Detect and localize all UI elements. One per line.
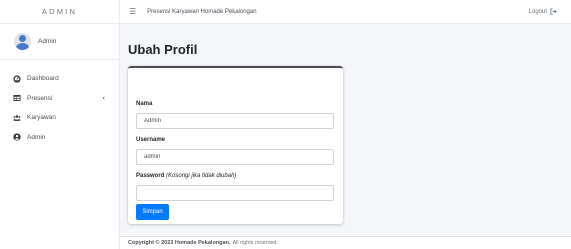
save-button[interactable]: Simpan <box>136 204 169 220</box>
sidebar-item-presensi[interactable]: Presensi ‹ <box>0 89 119 109</box>
password-label: Password <box>136 173 165 179</box>
brand-logo[interactable]: ADMIN <box>0 0 119 24</box>
password-label-group: Password (Kosongi jika tidak diubah) <box>136 173 236 179</box>
sidebar-item-label: Presensi <box>27 94 53 102</box>
user-circle-icon <box>13 133 21 141</box>
password-input[interactable] <box>136 185 334 201</box>
username-input[interactable] <box>136 149 334 165</box>
top-navbar: ☰ Presensi Karyawan Homade Pekalongan Lo… <box>120 0 571 24</box>
password-hint: (Kosongi jika tidak diubah) <box>166 173 237 179</box>
sidebar-item-label: Admin <box>27 133 46 141</box>
profile-form-card: Nama Username Password (Kosongi jika tid… <box>128 66 343 224</box>
sidebar-nav: Dashboard Presensi ‹ Karyawan Admin <box>0 60 119 147</box>
sign-out-icon <box>550 8 557 15</box>
page-title: Ubah Profil <box>128 42 198 57</box>
username-label: Username <box>136 137 166 143</box>
chevron-left-icon[interactable]: ‹ <box>103 95 105 102</box>
sidebar-item-karyawan[interactable]: Karyawan <box>0 108 119 128</box>
footer: Copyright © 2023 Homade Pekalongan. All … <box>120 236 571 249</box>
sidebar-item-admin[interactable]: Admin <box>0 128 119 148</box>
nama-label: Nama <box>136 101 153 107</box>
user-panel[interactable]: Admin <box>0 24 119 60</box>
sidebar: ADMIN Admin Dashboard Presensi ‹ Karyawa… <box>0 0 120 249</box>
logout-link[interactable]: Logout <box>529 8 557 15</box>
user-name: Admin <box>38 38 57 45</box>
table-icon <box>13 95 21 102</box>
nama-input[interactable] <box>136 113 334 129</box>
footer-copyright: Copyright © 2023 Homade Pekalongan. <box>128 240 231 246</box>
dashboard-icon <box>13 75 21 83</box>
avatar <box>14 33 31 50</box>
users-icon <box>13 114 21 121</box>
main-content: Ubah Profil Nama Username Password (Koso… <box>120 24 571 236</box>
sidebar-item-label: Dashboard <box>27 75 59 83</box>
menu-icon[interactable]: ☰ <box>129 7 136 16</box>
logout-label: Logout <box>528 8 547 15</box>
footer-rights: All rights reserved. <box>232 240 279 246</box>
sidebar-item-dashboard[interactable]: Dashboard <box>0 69 119 89</box>
sidebar-item-label: Karyawan <box>27 114 56 122</box>
header-title: Presensi Karyawan Homade Pekalongan <box>147 8 257 15</box>
